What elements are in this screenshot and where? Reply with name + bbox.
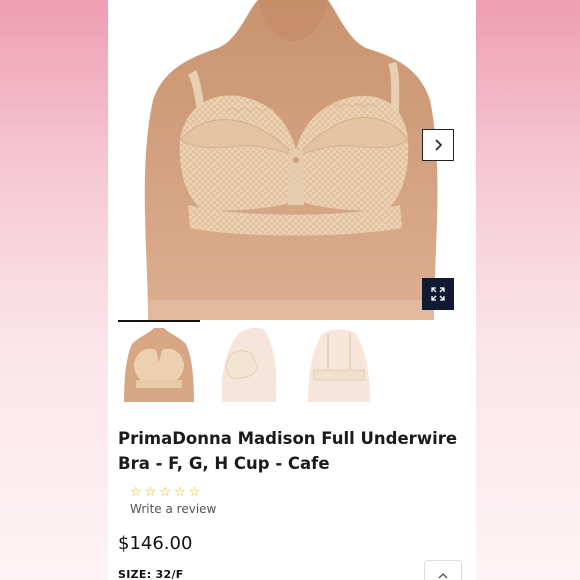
product-title-line-1: PrimaDonna Madison Full Underwire <box>118 429 458 448</box>
product-card: PrimaDonna Madison Full Underwire Bra - … <box>108 0 476 580</box>
product-price: $146.00 <box>118 533 193 554</box>
expand-icon <box>431 287 445 301</box>
product-photo <box>108 0 476 320</box>
thumbnail-side[interactable] <box>208 320 290 402</box>
rating-stars[interactable]: ☆ ☆ ☆ ☆ ☆ <box>130 486 200 500</box>
thumbnail-image <box>298 320 380 402</box>
next-image-button[interactable] <box>422 129 454 161</box>
thumbnail-image <box>208 320 290 402</box>
thumbnail-strip <box>118 320 468 405</box>
thumbnail-back[interactable] <box>298 320 380 402</box>
chevron-right-icon <box>435 139 443 151</box>
size-selection: SIZE: 32/F <box>118 568 184 580</box>
size-value: 32/F <box>155 568 184 580</box>
product-title-line-2: Bra - F, G, H Cup - Cafe <box>118 454 330 473</box>
thumbnail-front[interactable] <box>118 320 200 402</box>
right-background-blur <box>472 0 580 580</box>
size-label: SIZE: <box>118 568 152 580</box>
star-outline-icon: ☆ <box>188 485 201 500</box>
zoom-image-button[interactable] <box>422 278 454 310</box>
product-main-image[interactable] <box>108 0 476 320</box>
scroll-to-top-button[interactable] <box>424 560 462 580</box>
star-outline-icon: ☆ <box>130 485 142 500</box>
write-review-link[interactable]: Write a review <box>130 502 216 516</box>
star-outline-icon: ☆ <box>159 485 171 500</box>
thumbnail-image <box>118 322 200 402</box>
left-background-blur <box>0 0 108 580</box>
star-outline-icon: ☆ <box>144 485 157 500</box>
product-title: PrimaDonna Madison Full Underwire Bra - … <box>118 426 463 476</box>
chevron-up-icon <box>438 573 448 579</box>
star-outline-icon: ☆ <box>173 485 186 500</box>
